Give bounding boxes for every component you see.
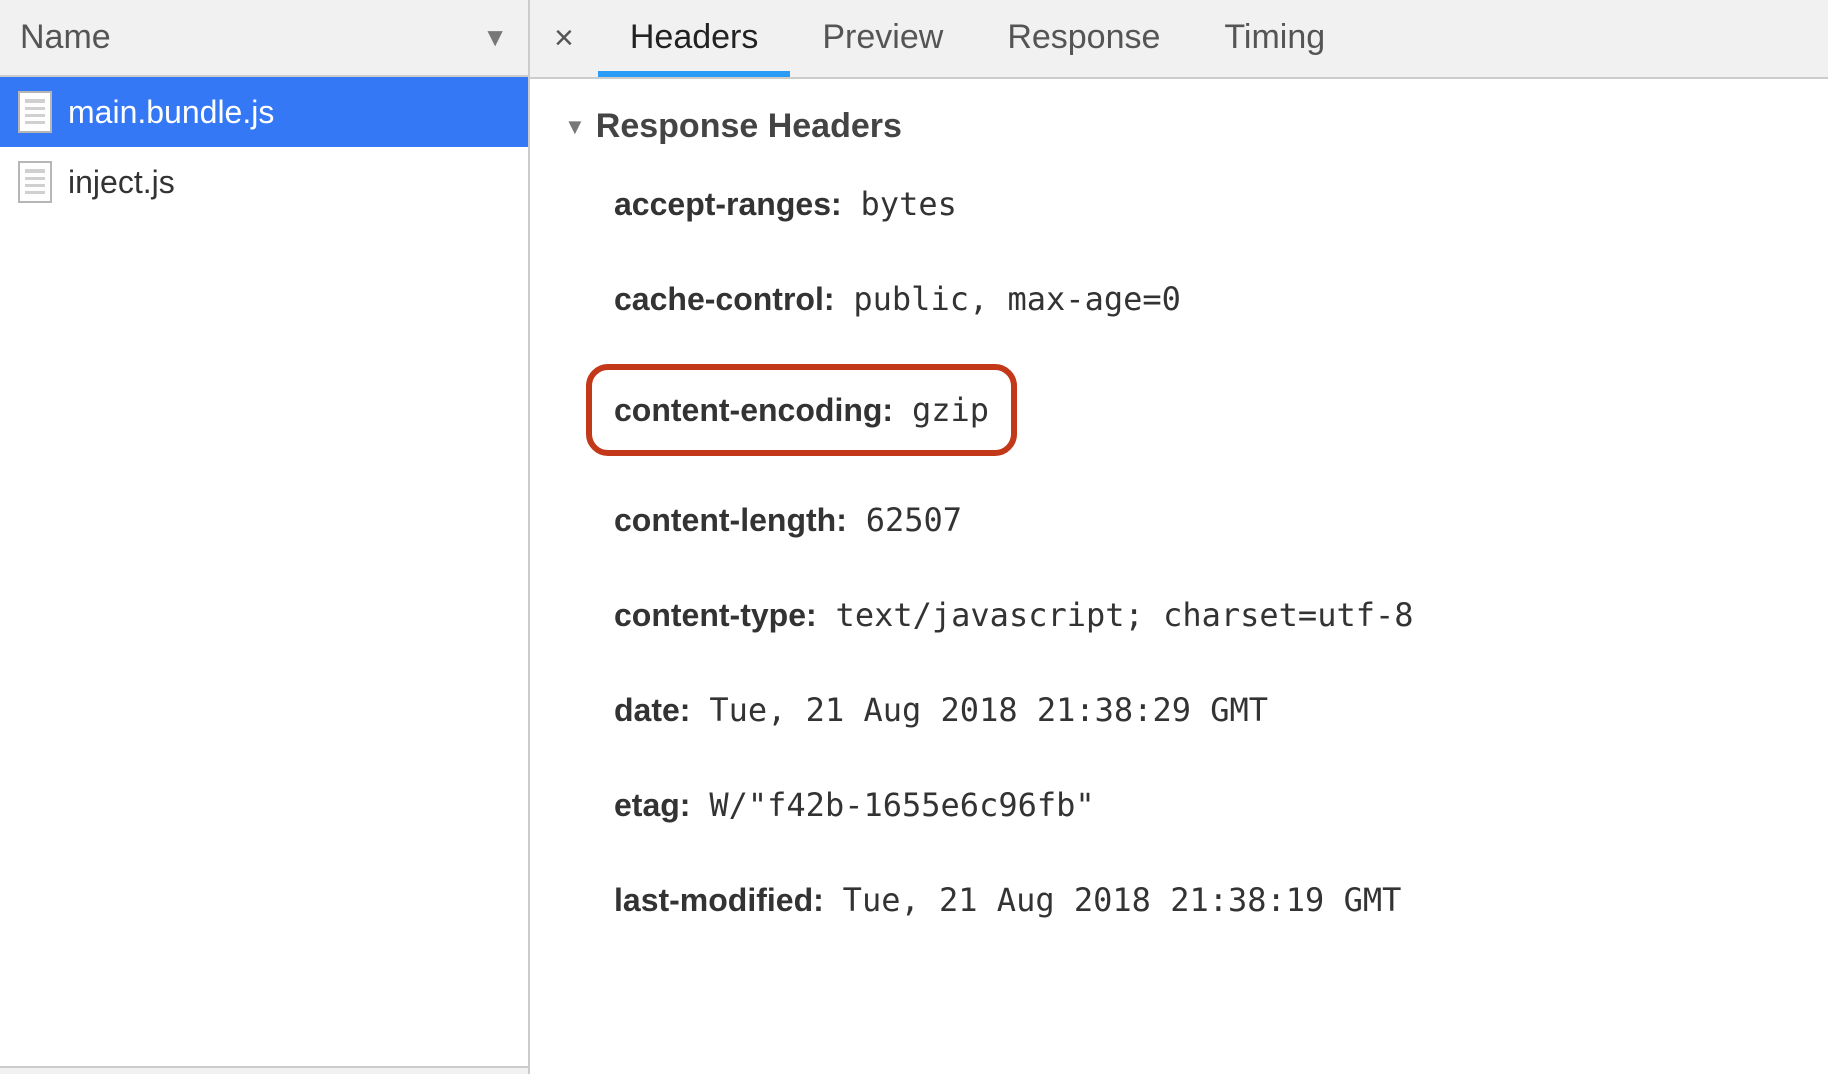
file-name: inject.js [68,164,175,201]
tab-label: Timing [1224,18,1325,56]
file-list: main.bundle.js inject.js [0,77,528,1066]
network-request-list-panel: Name ▼ main.bundle.js inject.js [0,0,530,1074]
tab-preview[interactable]: Preview [790,0,975,77]
header-key: content-type: [614,597,817,633]
header-key: accept-ranges: [614,186,842,222]
file-row-inject[interactable]: inject.js [0,147,528,217]
header-accept-ranges: accept-ranges: bytes [614,174,1794,235]
tab-response[interactable]: Response [975,0,1192,77]
header-etag: etag: W/"f42b-1655e6c96fb" [614,775,1794,836]
header-value: gzip [912,391,989,429]
file-icon [18,161,52,203]
section-title: Response Headers [596,107,902,146]
highlight-annotation: content-encoding: gzip [586,364,1017,457]
file-icon [18,91,52,133]
sort-dropdown-icon[interactable]: ▼ [482,22,508,53]
file-row-main-bundle[interactable]: main.bundle.js [0,77,528,147]
tab-headers[interactable]: Headers [598,0,791,77]
header-value: Tue, 21 Aug 2018 21:38:19 GMT [843,881,1402,919]
headers-content: ▼ Response Headers accept-ranges: bytes … [530,79,1828,1074]
tab-timing[interactable]: Timing [1192,0,1357,77]
header-key: date: [614,692,690,728]
header-value: W/"f42b-1655e6c96fb" [709,786,1094,824]
left-panel-footer [0,1066,528,1074]
header-last-modified: last-modified: Tue, 21 Aug 2018 21:38:19… [614,870,1794,931]
header-content-length: content-length: 62507 [614,490,1794,551]
request-detail-panel: × Headers Preview Response Timing ▼ Resp… [530,0,1828,1074]
tab-label: Response [1007,18,1160,56]
header-content-encoding: content-encoding: gzip [614,364,1794,457]
header-cache-control: cache-control: public, max-age=0 [614,269,1794,330]
header-key: etag: [614,787,690,823]
tab-label: Preview [822,18,943,56]
header-content-type: content-type: text/javascript; charset=u… [614,585,1794,646]
header-value: Tue, 21 Aug 2018 21:38:29 GMT [709,691,1268,729]
header-value: bytes [861,185,957,223]
header-value: 62507 [866,501,962,539]
header-key: last-modified: [614,882,824,918]
tab-label: Headers [630,18,759,56]
close-detail-button[interactable]: × [530,0,598,77]
file-name: main.bundle.js [68,94,274,131]
detail-tabs-bar: × Headers Preview Response Timing [530,0,1828,79]
name-column-label: Name [20,18,111,57]
header-key: content-encoding: [614,392,893,428]
header-date: date: Tue, 21 Aug 2018 21:38:29 GMT [614,680,1794,741]
header-key: cache-control: [614,281,834,317]
header-value: public, max-age=0 [853,280,1181,318]
name-column-header[interactable]: Name ▼ [0,0,528,77]
response-headers-section-toggle[interactable]: ▼ Response Headers [564,107,1794,146]
close-icon: × [554,19,574,58]
disclosure-triangle-icon: ▼ [564,114,586,140]
header-value: text/javascript; charset=utf-8 [836,596,1414,634]
header-key: content-length: [614,502,847,538]
